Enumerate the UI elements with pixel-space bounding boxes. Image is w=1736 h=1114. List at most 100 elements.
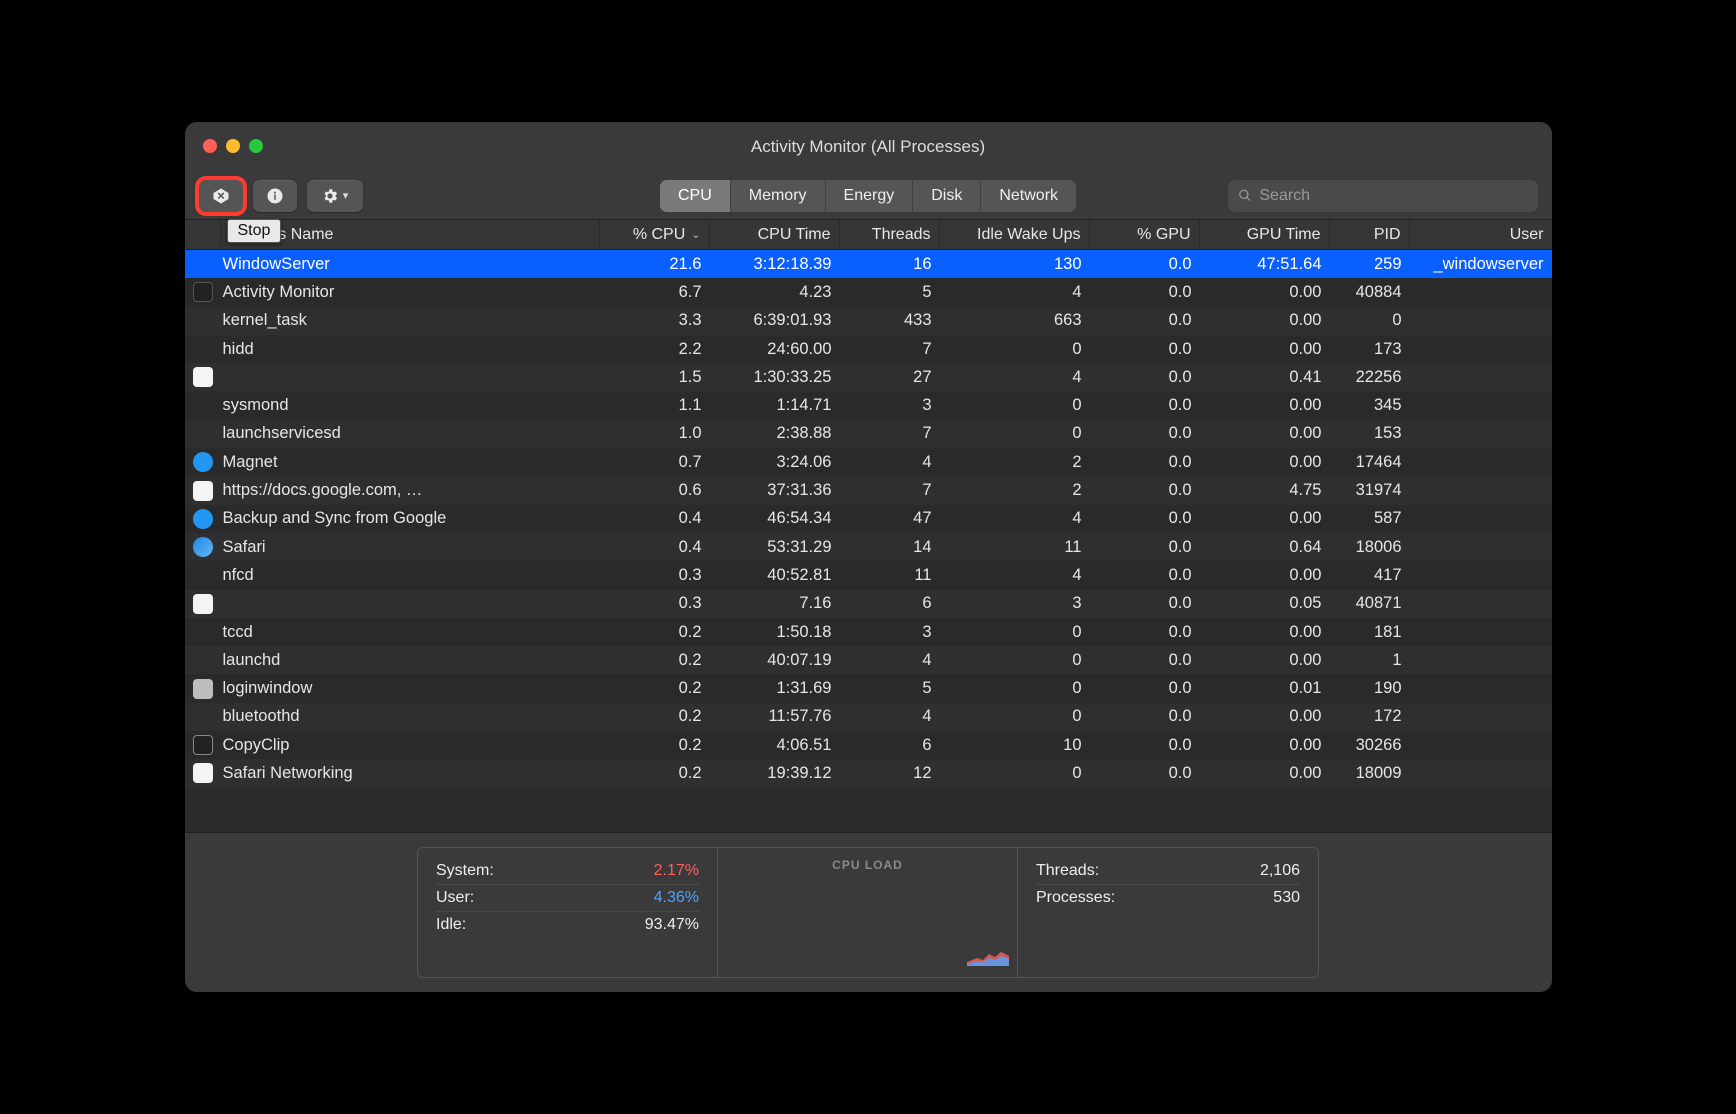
cell-name: launchservicesd xyxy=(221,420,600,448)
stop-tooltip: Stop xyxy=(227,219,282,243)
process-icon xyxy=(185,250,221,278)
tab-disk[interactable]: Disk xyxy=(912,180,980,212)
cell-name: Activity Monitor xyxy=(221,278,600,306)
window-title: Activity Monitor (All Processes) xyxy=(751,137,985,157)
cell-threads: 7 xyxy=(840,420,940,448)
cell-gpu: 0.0 xyxy=(1090,476,1200,504)
info-button[interactable] xyxy=(253,180,297,212)
cell-threads: 11 xyxy=(840,561,940,589)
search-input[interactable] xyxy=(1259,187,1527,205)
activity-monitor-window: Activity Monitor (All Processes) ▾ CPUMe… xyxy=(185,122,1552,992)
cell-idle: 0 xyxy=(940,391,1090,419)
cell-time: 53:31.29 xyxy=(710,533,840,561)
search-field[interactable] xyxy=(1228,180,1538,212)
table-row[interactable]: 1.51:30:33.252740.00.4122256 xyxy=(185,363,1552,391)
col-idle-wake-ups[interactable]: Idle Wake Ups xyxy=(940,220,1090,249)
stat-label: User: xyxy=(436,889,474,907)
cell-idle: 0 xyxy=(940,674,1090,702)
cell-gputime: 0.00 xyxy=(1200,278,1330,306)
table-row[interactable]: Magnet0.73:24.06420.00.0017464 xyxy=(185,448,1552,476)
cell-pid: 587 xyxy=(1330,505,1410,533)
col-pid[interactable]: PID xyxy=(1330,220,1410,249)
cell-cpu: 0.4 xyxy=(600,533,710,561)
table-row[interactable]: nfcd0.340:52.811140.00.00417 xyxy=(185,561,1552,589)
table-row[interactable]: sysmond1.11:14.71300.00.00345 xyxy=(185,391,1552,419)
table-row[interactable]: https://docs.google.com, …0.637:31.36720… xyxy=(185,476,1552,504)
cell-name: Magnet xyxy=(221,448,600,476)
col-cpu-time[interactable]: CPU Time xyxy=(710,220,840,249)
table-row[interactable]: Safari Networking0.219:39.121200.00.0018… xyxy=(185,759,1552,787)
cell-pid: 153 xyxy=(1330,420,1410,448)
cell-idle: 0 xyxy=(940,646,1090,674)
maximize-icon[interactable] xyxy=(249,139,263,153)
footer: System:2.17%User:4.36%Idle:93.47% CPU LO… xyxy=(185,832,1552,992)
cell-user xyxy=(1410,731,1552,759)
cell-idle: 663 xyxy=(940,307,1090,335)
process-table[interactable]: WindowServer21.63:12:18.39161300.047:51.… xyxy=(185,250,1552,832)
col-cpu[interactable]: % CPU⌄ xyxy=(600,220,710,249)
stat-row: User: 4.36% xyxy=(436,885,699,912)
cell-cpu: 0.2 xyxy=(600,703,710,731)
table-row[interactable]: Activity Monitor6.74.23540.00.0040884 xyxy=(185,278,1552,306)
close-icon[interactable] xyxy=(203,139,217,153)
cell-cpu: 0.7 xyxy=(600,448,710,476)
cell-pid: 18006 xyxy=(1330,533,1410,561)
cell-gpu: 0.0 xyxy=(1090,420,1200,448)
cell-gputime: 0.00 xyxy=(1200,703,1330,731)
cell-gpu: 0.0 xyxy=(1090,646,1200,674)
tab-cpu[interactable]: CPU xyxy=(660,180,730,212)
table-row[interactable]: 0.37.16630.00.0540871 xyxy=(185,590,1552,618)
info-icon xyxy=(266,187,284,205)
stop-process-button[interactable] xyxy=(199,180,243,212)
cell-gpu: 0.0 xyxy=(1090,278,1200,306)
table-row[interactable]: tccd0.21:50.18300.00.00181 xyxy=(185,618,1552,646)
tab-memory[interactable]: Memory xyxy=(730,180,825,212)
stat-value: 530 xyxy=(1273,889,1300,907)
cell-name: hidd xyxy=(221,335,600,363)
col-threads[interactable]: Threads xyxy=(840,220,940,249)
cell-cpu: 0.6 xyxy=(600,476,710,504)
cell-gpu: 0.0 xyxy=(1090,448,1200,476)
gear-icon xyxy=(321,187,339,205)
table-row[interactable]: bluetoothd0.211:57.76400.00.00172 xyxy=(185,703,1552,731)
cell-cpu: 0.2 xyxy=(600,759,710,787)
cell-name: Safari xyxy=(221,533,600,561)
table-row[interactable]: kernel_task3.36:39:01.934336630.00.000 xyxy=(185,307,1552,335)
col-gpu-time[interactable]: GPU Time xyxy=(1200,220,1330,249)
table-row[interactable]: Safari0.453:31.2914110.00.6418006 xyxy=(185,533,1552,561)
stat-value: 93.47% xyxy=(645,916,699,934)
process-icon xyxy=(185,335,221,363)
table-row[interactable]: Backup and Sync from Google0.446:54.3447… xyxy=(185,505,1552,533)
tab-energy[interactable]: Energy xyxy=(825,180,913,212)
cell-user xyxy=(1410,590,1552,618)
minimize-icon[interactable] xyxy=(226,139,240,153)
table-row[interactable]: loginwindow0.21:31.69500.00.01190 xyxy=(185,674,1552,702)
table-row[interactable]: launchd0.240:07.19400.00.001 xyxy=(185,646,1552,674)
cell-pid: 190 xyxy=(1330,674,1410,702)
settings-button[interactable]: ▾ xyxy=(307,180,363,212)
cell-threads: 7 xyxy=(840,476,940,504)
table-row[interactable]: launchservicesd1.02:38.88700.00.00153 xyxy=(185,420,1552,448)
tab-network[interactable]: Network xyxy=(980,180,1076,212)
cell-gputime: 0.00 xyxy=(1200,420,1330,448)
cell-pid: 1 xyxy=(1330,646,1410,674)
cell-user xyxy=(1410,335,1552,363)
stat-value: 2,106 xyxy=(1260,862,1300,880)
cell-pid: 173 xyxy=(1330,335,1410,363)
col-gpu[interactable]: % GPU xyxy=(1090,220,1200,249)
cell-user xyxy=(1410,674,1552,702)
cell-threads: 27 xyxy=(840,363,940,391)
cell-gputime: 0.00 xyxy=(1200,505,1330,533)
process-icon xyxy=(185,674,221,702)
table-row[interactable]: WindowServer21.63:12:18.39161300.047:51.… xyxy=(185,250,1552,278)
table-row[interactable]: hidd2.224:60.00700.00.00173 xyxy=(185,335,1552,363)
cell-idle: 0 xyxy=(940,420,1090,448)
cell-user xyxy=(1410,307,1552,335)
cpu-load-label: CPU LOAD xyxy=(832,858,903,872)
cell-gputime: 0.00 xyxy=(1200,646,1330,674)
cell-user xyxy=(1410,505,1552,533)
table-row[interactable]: CopyClip0.24:06.516100.00.0030266 xyxy=(185,731,1552,759)
col-user[interactable]: User xyxy=(1410,220,1552,249)
stat-value: 4.36% xyxy=(654,889,699,907)
col-icon[interactable] xyxy=(185,220,221,249)
